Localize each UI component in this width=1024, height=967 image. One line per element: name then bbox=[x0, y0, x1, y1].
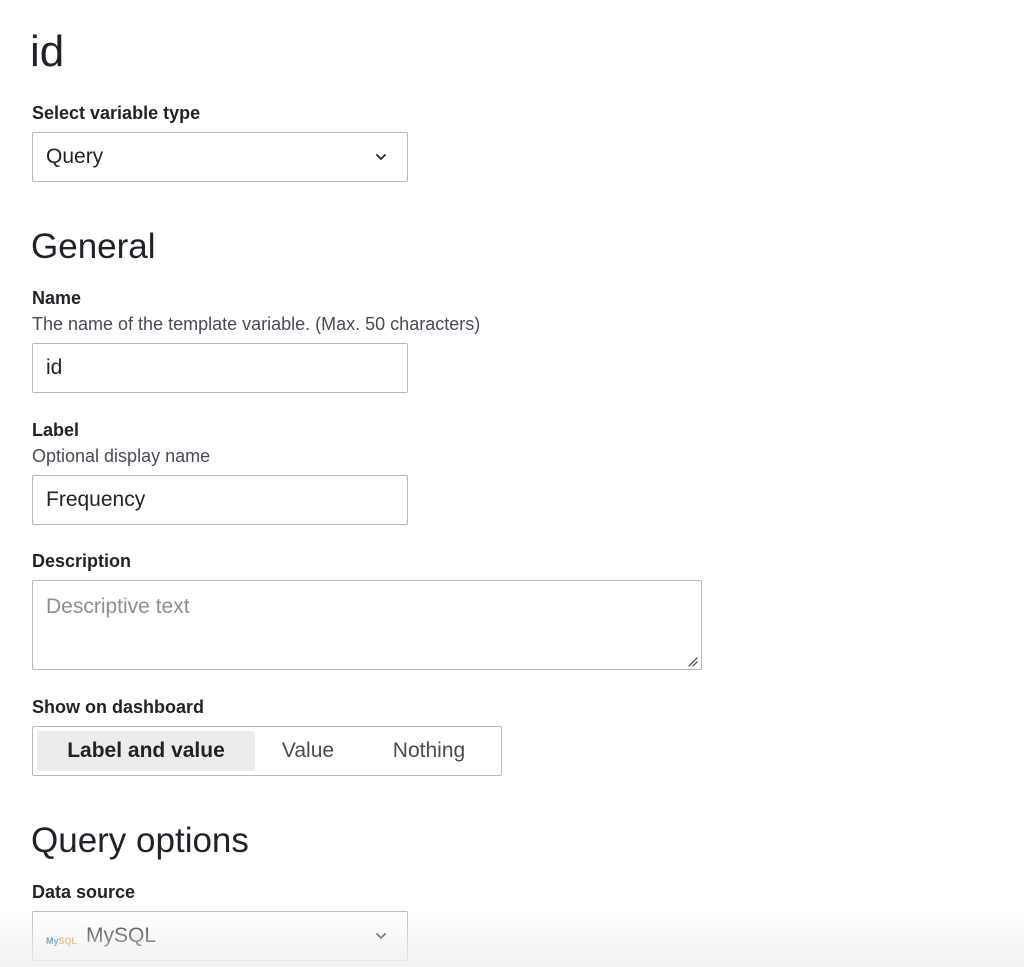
general-heading: General bbox=[31, 227, 156, 266]
label-field-label: Label bbox=[32, 420, 80, 440]
variable-type-value: Query bbox=[46, 145, 104, 168]
variable-editor: id Select variable type Query General Na… bbox=[0, 0, 1024, 967]
option-value[interactable]: Value bbox=[255, 731, 361, 771]
mysql-logo-icon: My SQL bbox=[46, 936, 78, 946]
variable-type-select[interactable]: Query bbox=[32, 132, 408, 182]
option-label-and-value[interactable]: Label and value bbox=[37, 731, 255, 771]
page-title: id bbox=[30, 27, 65, 76]
name-label: Name bbox=[32, 288, 82, 308]
data-source-value-wrap: My SQL MySQL bbox=[46, 912, 156, 960]
data-source-select[interactable]: My SQL MySQL bbox=[32, 911, 408, 961]
option-nothing[interactable]: Nothing bbox=[361, 731, 497, 771]
query-options-heading: Query options bbox=[31, 821, 249, 860]
data-source-label: Data source bbox=[32, 882, 136, 902]
show-on-dashboard-radio-group: Label and value Value Nothing bbox=[32, 726, 502, 776]
variable-type-label: Select variable type bbox=[32, 103, 201, 123]
chevron-down-icon bbox=[376, 933, 386, 939]
name-input[interactable] bbox=[32, 343, 408, 393]
description-textarea[interactable] bbox=[32, 580, 702, 670]
label-field-description: Optional display name bbox=[32, 446, 211, 466]
label-input[interactable] bbox=[32, 475, 408, 525]
chevron-down-icon bbox=[376, 154, 386, 160]
data-source-value: MySQL bbox=[86, 924, 157, 947]
resize-handle-icon[interactable] bbox=[686, 655, 698, 667]
show-on-dashboard-label: Show on dashboard bbox=[32, 697, 205, 717]
description-label: Description bbox=[32, 551, 132, 571]
name-description: The name of the template variable. (Max.… bbox=[32, 314, 481, 334]
